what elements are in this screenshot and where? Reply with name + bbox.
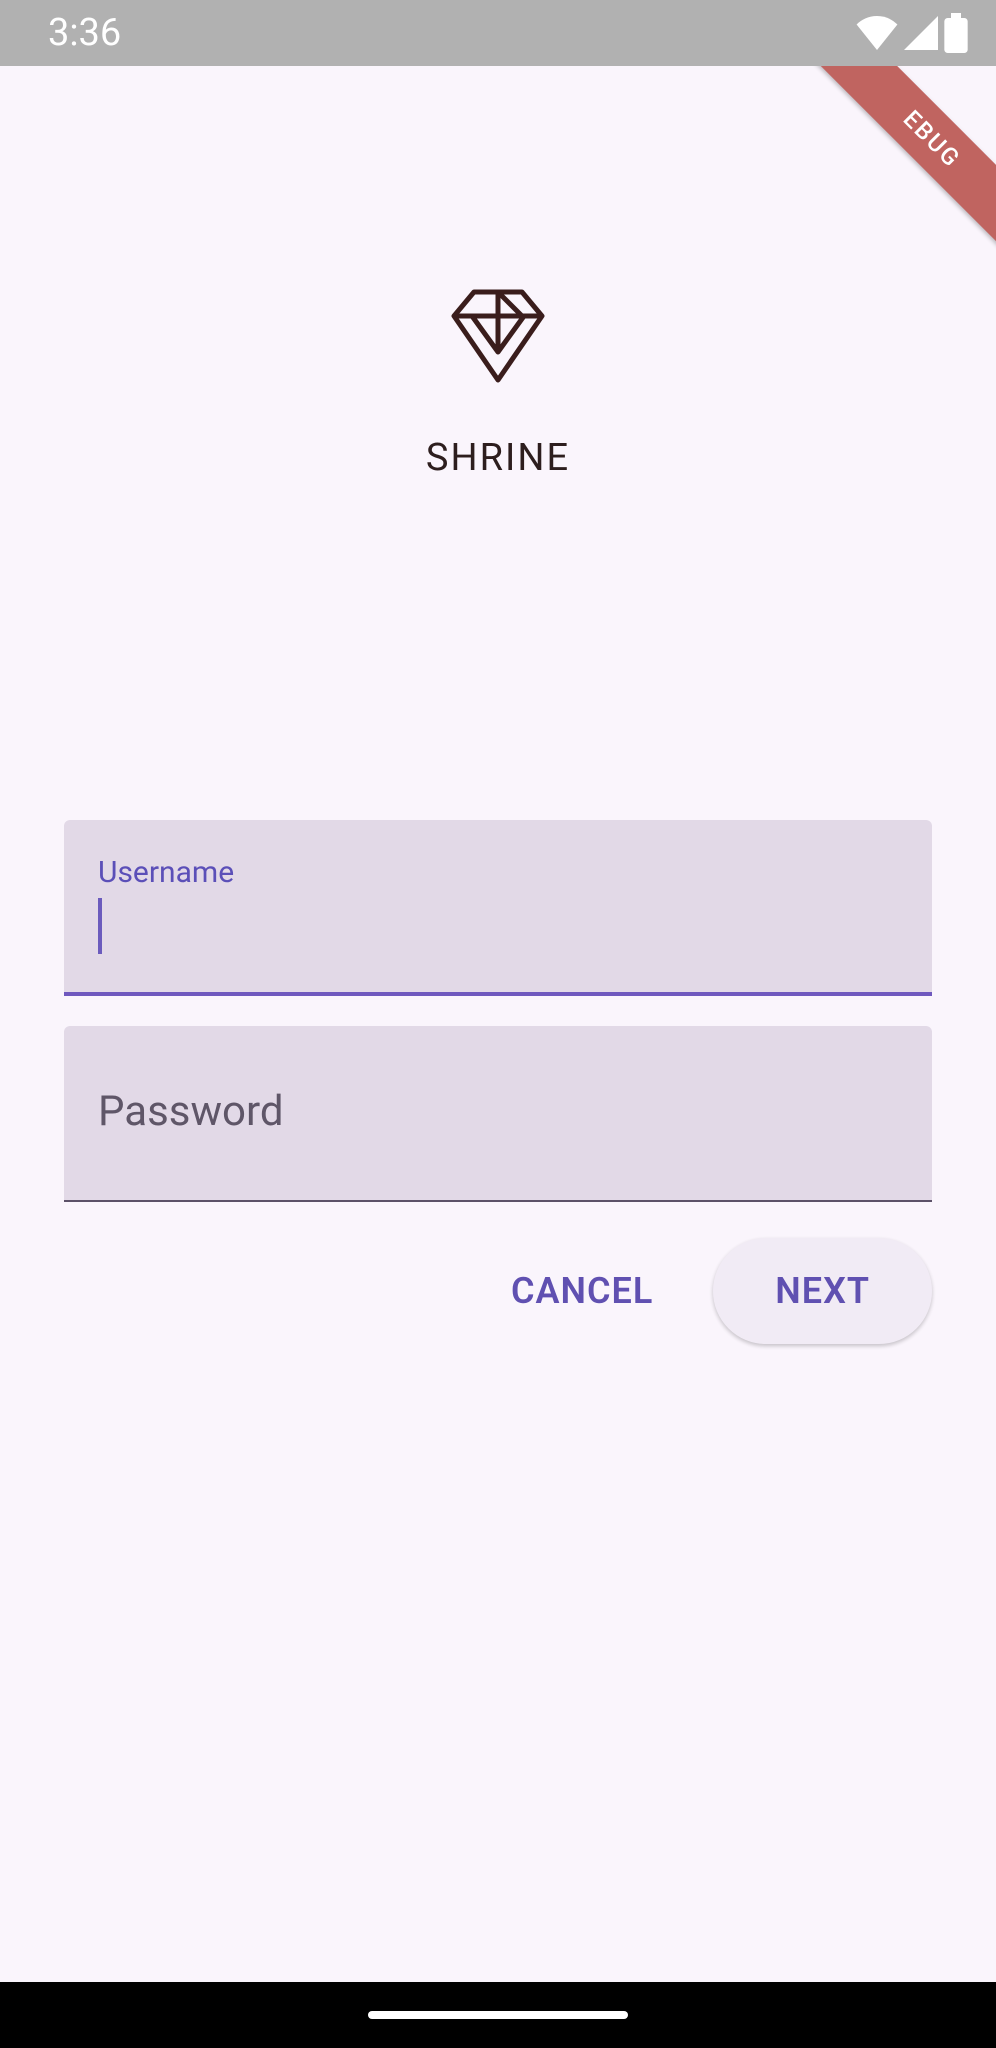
login-content: SHRINE Username Password CANCEL NEXT [0, 66, 996, 1344]
app-screen: EBUG SHRINE Username [0, 66, 996, 1982]
button-row: CANCEL NEXT [64, 1238, 932, 1344]
next-button[interactable]: NEXT [713, 1238, 932, 1344]
cellular-signal-icon [904, 16, 938, 50]
battery-icon [944, 13, 968, 53]
diamond-icon [450, 288, 546, 388]
password-label: Password [98, 1087, 898, 1136]
navigation-bar [0, 1982, 996, 2048]
logo-section: SHRINE [64, 288, 932, 480]
app-title: SHRINE [426, 436, 570, 480]
password-field[interactable]: Password [64, 1026, 932, 1202]
cancel-button[interactable]: CANCEL [485, 1250, 679, 1332]
username-field[interactable]: Username [64, 820, 932, 996]
username-input-area[interactable] [98, 898, 898, 954]
status-icons [856, 13, 968, 53]
wifi-icon [856, 16, 898, 50]
username-label: Username [98, 855, 898, 890]
navigation-handle[interactable] [368, 2011, 628, 2019]
status-bar: 3:36 [0, 0, 996, 66]
text-cursor [98, 898, 102, 954]
status-time: 3:36 [48, 11, 121, 55]
